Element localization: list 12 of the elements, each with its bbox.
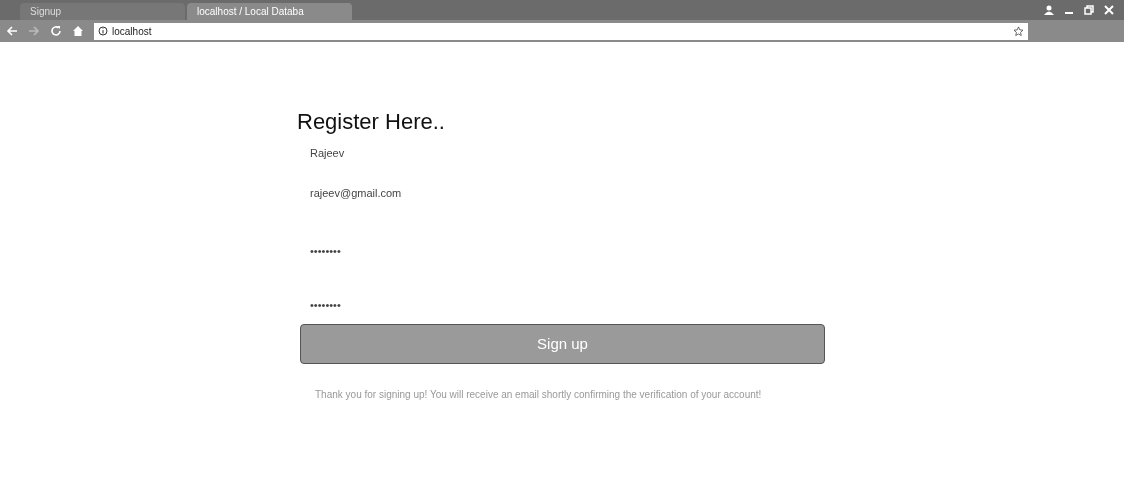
address-text: localhost <box>112 24 152 39</box>
confirmation-message: Thank you for signing up! You will receive an email shortly confirming the verification of your account! <box>315 388 763 402</box>
info-icon <box>98 26 108 36</box>
home-icon[interactable] <box>72 25 84 37</box>
form-title: Register Here.. <box>297 108 446 136</box>
reload-icon[interactable] <box>50 25 62 37</box>
address-bar[interactable]: localhost <box>94 22 1028 40</box>
close-icon[interactable] <box>1104 5 1114 15</box>
restore-icon[interactable] <box>1084 5 1094 15</box>
star-icon[interactable] <box>1013 25 1024 37</box>
back-icon[interactable] <box>6 25 18 37</box>
user-icon[interactable] <box>1044 5 1054 15</box>
